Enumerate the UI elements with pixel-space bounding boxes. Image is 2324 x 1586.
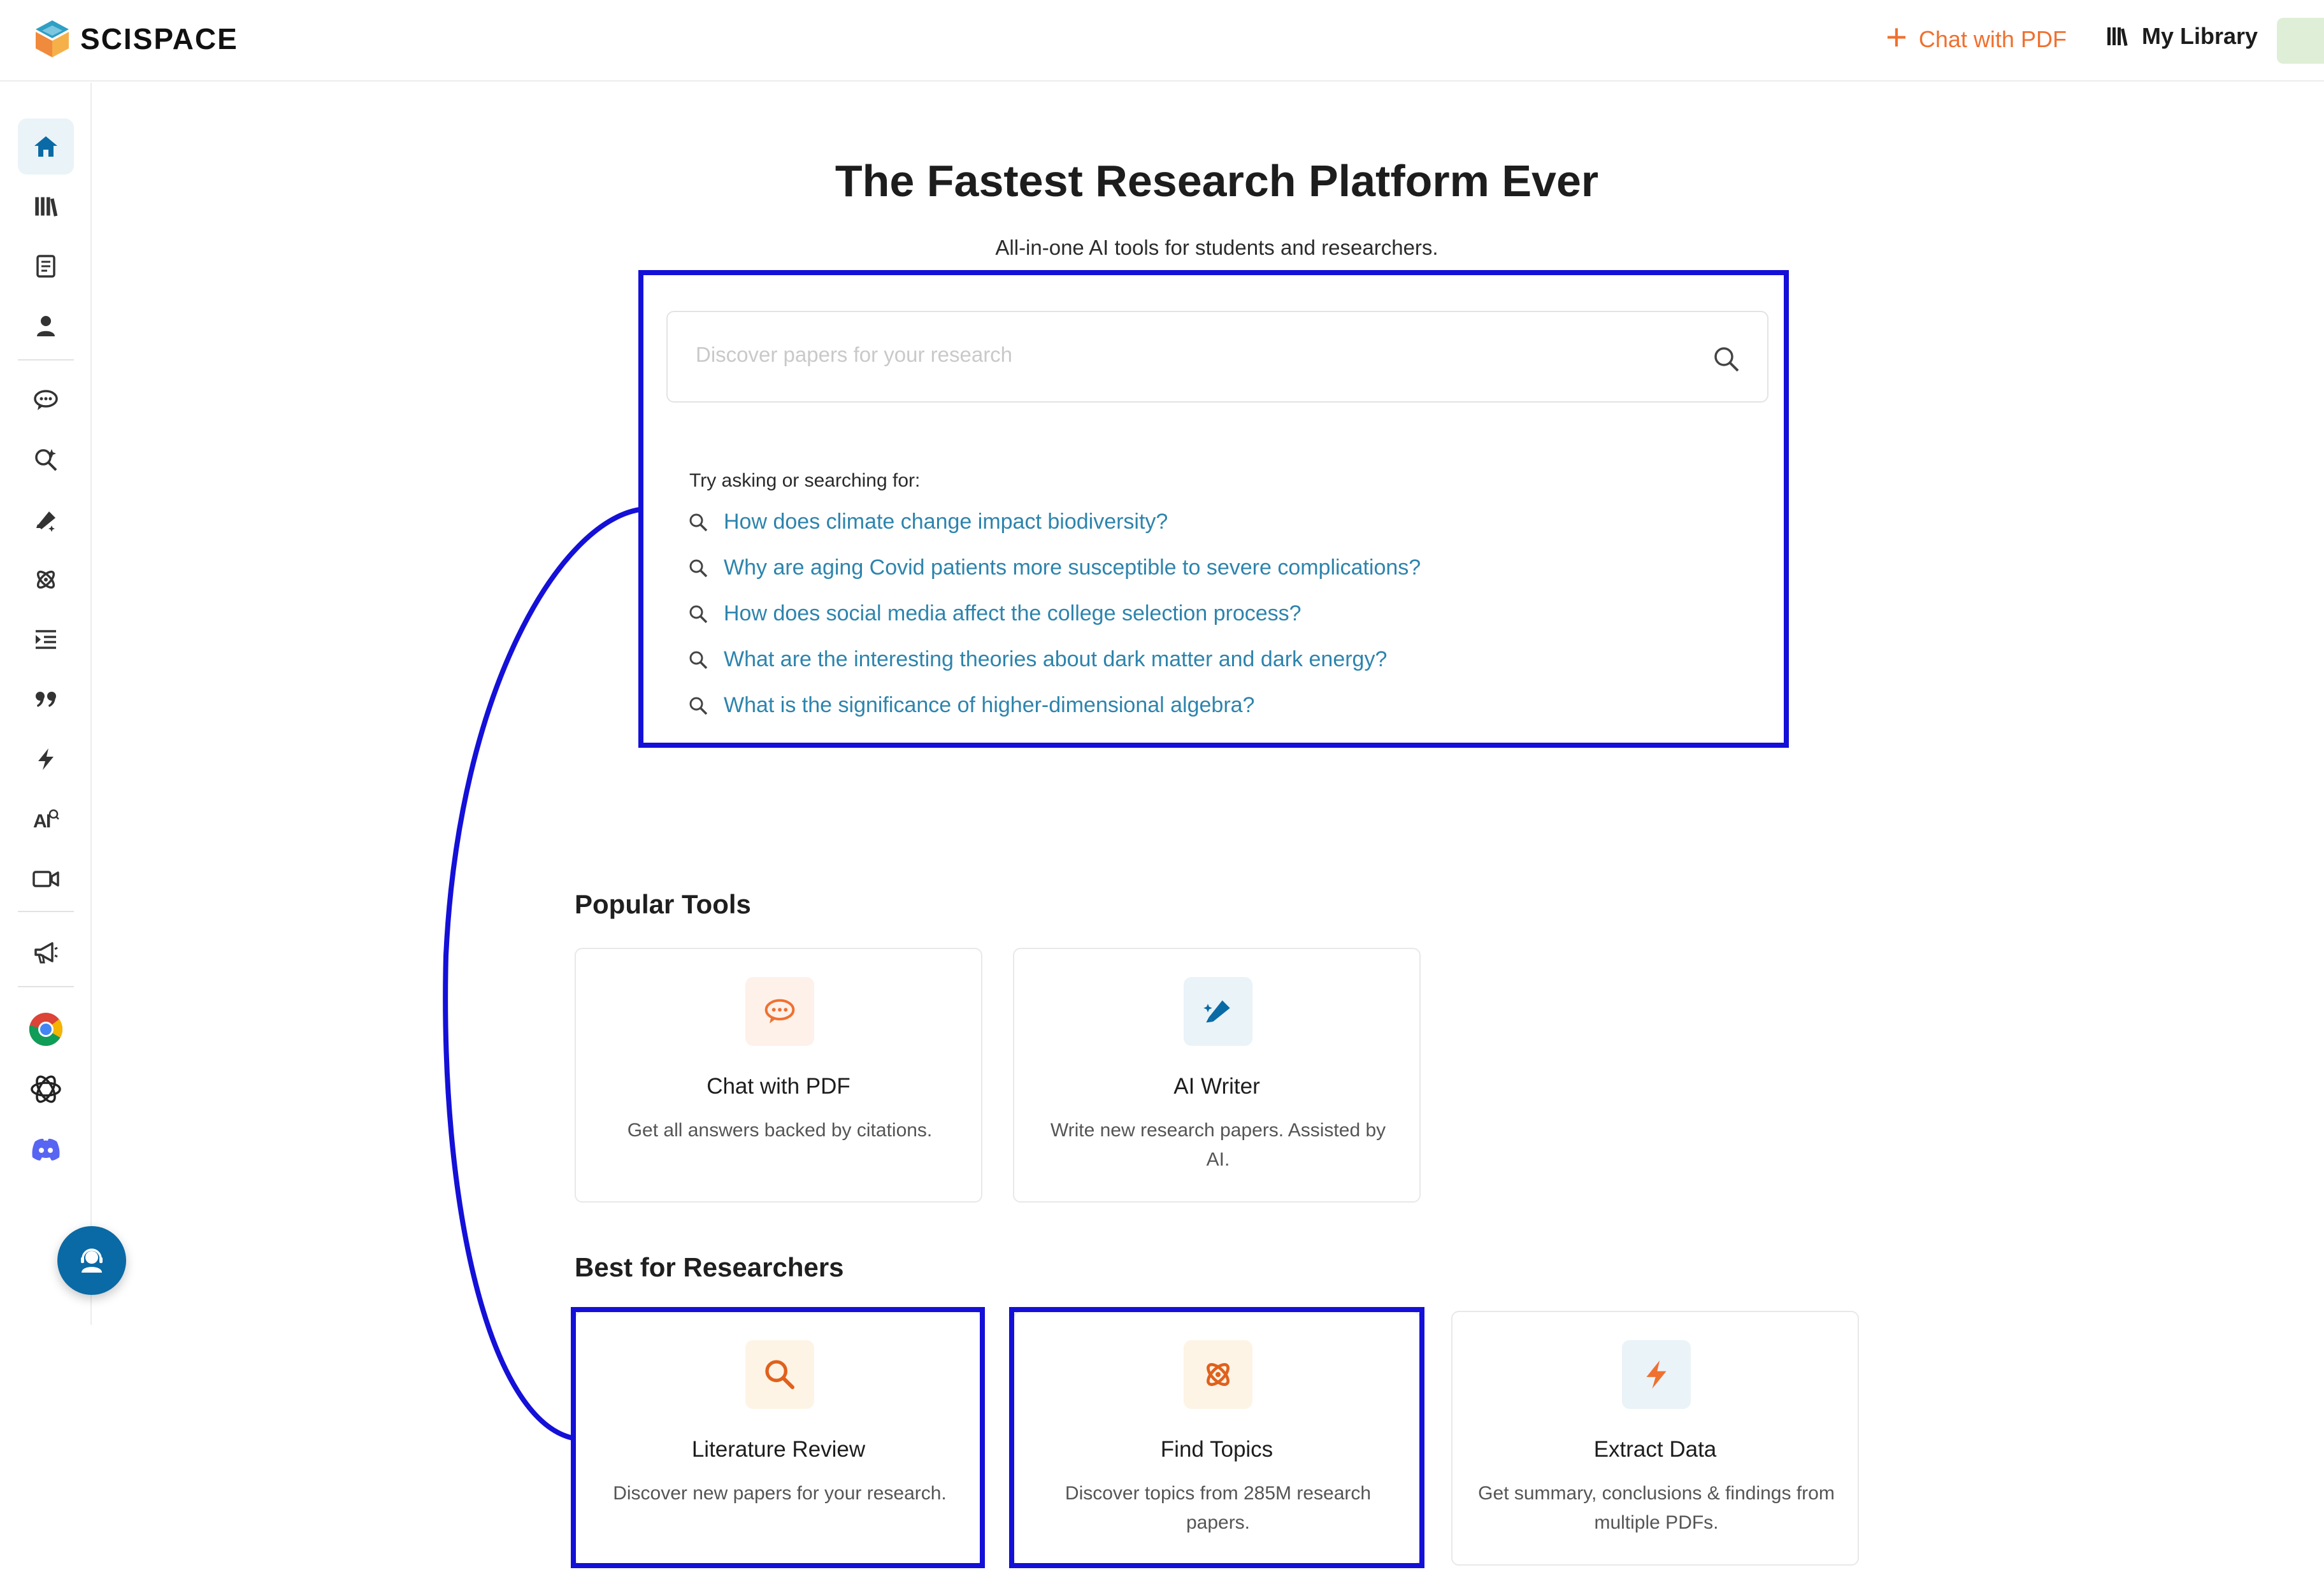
user-icon: [37, 316, 55, 336]
suggestions-label: Try asking or searching for:: [689, 470, 921, 491]
top-bar: SCISPACE + Chat with PDF My Library: [0, 0, 2324, 82]
tool-card-chat-with-pdf[interactable]: Chat with PDF Get all answers backed by …: [575, 948, 982, 1203]
sidebar: AI: [0, 83, 92, 1325]
search-bar[interactable]: [666, 311, 1768, 403]
sidebar-item-literature-review[interactable]: [18, 432, 74, 488]
suggestion-item[interactable]: What are the interesting theories about …: [688, 647, 1387, 672]
suggestion-text: What is the significance of higher-dimen…: [724, 693, 1255, 717]
discord-icon: [32, 1138, 60, 1161]
suggestion-text: Why are aging Covid patients more suscep…: [724, 555, 1421, 580]
best-for-researchers-heading: Best for Researchers: [575, 1252, 844, 1282]
sidebar-item-discord[interactable]: [18, 1121, 74, 1177]
sidebar-item-announcements[interactable]: [18, 925, 74, 981]
logo-icon: [36, 20, 69, 57]
suggestion-item[interactable]: Why are aging Covid patients more suscep…: [688, 555, 1421, 580]
scispace-logo[interactable]: SCISPACE: [33, 19, 238, 59]
search-icon: [689, 559, 708, 577]
tool-card-description: Get summary, conclusions & findings from…: [1478, 1483, 1835, 1533]
svg-text:A: A: [33, 811, 47, 832]
sidebar-divider: [18, 986, 74, 987]
literature-search-icon: [35, 449, 57, 471]
logo-text: SCISPACE: [80, 22, 238, 55]
annotation-box-literature-review: [571, 1307, 985, 1568]
chrome-icon: [29, 1013, 63, 1046]
quote-icon: [36, 692, 56, 707]
suggestion-text: What are the interesting theories about …: [724, 647, 1388, 671]
support-agent-icon: [81, 1248, 103, 1273]
search-icon: [689, 605, 708, 623]
suggestion-item[interactable]: How does climate change impact biodivers…: [688, 510, 1168, 534]
my-library-link[interactable]: My Library: [2106, 23, 2258, 50]
search-input[interactable]: [696, 343, 1651, 367]
search-icon: [689, 697, 708, 715]
sidebar-item-chatgpt-plugin[interactable]: [18, 1061, 74, 1117]
chat-icon: [34, 390, 58, 410]
paraphrase-list-icon: [36, 630, 56, 649]
tool-card-title: AI Writer: [1173, 1074, 1260, 1099]
chat-with-pdf-label: Chat with PDF: [1918, 26, 2067, 52]
avatar[interactable]: [2277, 18, 2324, 64]
page-subtitle: All-in-one AI tools for students and res…: [995, 236, 1438, 259]
sidebar-item-profile[interactable]: [18, 298, 74, 354]
tool-icon-box: [1184, 977, 1252, 1046]
pen-icon: [1203, 1000, 1230, 1023]
sidebar-divider: [18, 911, 74, 912]
sidebar-item-chat[interactable]: [18, 372, 74, 428]
library-icon: [2107, 27, 2128, 46]
page-title: The Fastest Research Platform Ever: [835, 156, 1599, 206]
video-icon: [32, 871, 59, 887]
suggestion-text: How does social media affect the college…: [724, 601, 1302, 625]
support-chat-button[interactable]: [57, 1226, 126, 1295]
tool-card-description: Write new research papers. Assisted by A…: [1050, 1120, 1386, 1170]
tool-icon-box: [1622, 1340, 1691, 1409]
ai-writer-icon: [36, 511, 55, 532]
sidebar-item-video[interactable]: [18, 851, 74, 907]
ai-detector-icon: AI: [33, 809, 59, 832]
sidebar-item-chrome-extension[interactable]: [18, 1001, 74, 1057]
search-icon[interactable]: [1711, 344, 1742, 375]
sidebar-item-citations[interactable]: [18, 671, 74, 727]
tool-card-description: Get all answers backed by citations.: [627, 1120, 933, 1141]
sidebar-item-paraphraser[interactable]: [18, 611, 74, 668]
chat-with-pdf-link[interactable]: + Chat with PDF: [1886, 19, 2067, 56]
sidebar-item-extract-data[interactable]: [18, 731, 74, 787]
tool-card-title: Extract Data: [1593, 1437, 1717, 1462]
sidebar-divider: [18, 359, 74, 361]
annotation-box-find-topics: [1009, 1307, 1424, 1568]
tool-icon-box: [745, 977, 814, 1046]
suggestion-item[interactable]: How does social media affect the college…: [688, 601, 1302, 626]
openai-icon: [31, 1075, 61, 1103]
bolt-icon: [1646, 1360, 1667, 1389]
tool-card-extract-data[interactable]: Extract Data Get summary, conclusions & …: [1451, 1311, 1859, 1566]
my-library-label: My Library: [2142, 23, 2258, 49]
search-icon: [689, 651, 708, 669]
popular-tools-heading: Popular Tools: [575, 889, 751, 919]
tool-card-ai-writer[interactable]: AI Writer Write new research papers. Ass…: [1013, 948, 1421, 1203]
atom-icon: [36, 570, 55, 589]
sidebar-item-find-topics[interactable]: [18, 552, 74, 608]
sidebar-item-ai-writer[interactable]: [18, 492, 74, 548]
suggestion-text: How does climate change impact biodivers…: [724, 510, 1168, 534]
tool-card-title: Chat with PDF: [707, 1074, 850, 1099]
suggestion-item[interactable]: What is the significance of higher-dimen…: [688, 693, 1254, 718]
chat-bubble-icon: [764, 999, 795, 1024]
extract-bolt-icon: [38, 748, 54, 770]
search-icon: [689, 513, 708, 531]
plus-icon: +: [1886, 17, 1907, 58]
sidebar-item-ai-detector[interactable]: AI: [18, 791, 74, 847]
megaphone-icon: [34, 942, 58, 964]
